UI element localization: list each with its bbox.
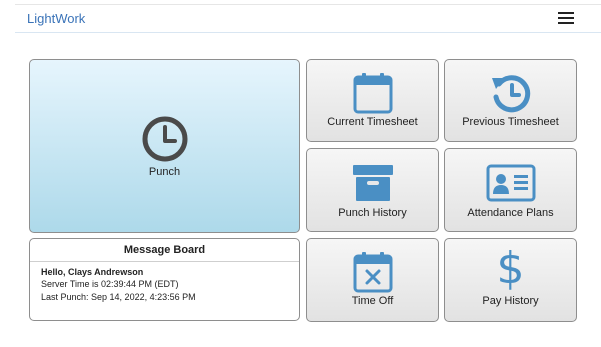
hamburger-icon [558, 12, 574, 14]
server-time-text: Server Time is 02:39:44 PM (EDT) [41, 279, 179, 289]
message-board-divider [30, 261, 299, 262]
previous-timesheet-label: Previous Timesheet [462, 116, 559, 128]
clock-icon [142, 116, 187, 162]
time-off-label: Time Off [351, 295, 394, 307]
hamburger-menu-button[interactable] [558, 12, 574, 25]
calendar-icon [353, 73, 392, 114]
previous-timesheet-tile[interactable]: Previous Timesheet [444, 59, 577, 142]
punch-history-label: Punch History [338, 207, 407, 219]
id-card-icon [486, 164, 535, 202]
greeting-text: Hello, Clays Andrewson [41, 267, 144, 277]
punch-tile[interactable]: Punch [29, 59, 300, 233]
app-title[interactable]: LightWork [27, 11, 85, 26]
message-board: Message Board Hello, Clays Andrewson Ser… [29, 238, 300, 321]
last-punch-text: Last Punch: Sep 14, 2022, 4:23:56 PM [41, 292, 196, 302]
attendance-plans-label: Attendance Plans [467, 207, 554, 219]
current-timesheet-tile[interactable]: Current Timesheet [306, 59, 439, 142]
attendance-plans-tile[interactable]: Attendance Plans [444, 148, 577, 232]
dollar-icon: $ [496, 243, 525, 294]
pay-history-tile[interactable]: $ Pay History [444, 238, 577, 322]
punch-label: Punch [148, 166, 181, 178]
calendar-x-icon [353, 252, 392, 293]
history-icon [491, 75, 530, 113]
archive-box-icon [352, 165, 393, 201]
time-off-tile[interactable]: Time Off [306, 238, 439, 322]
punch-history-tile[interactable]: Punch History [306, 148, 439, 232]
current-timesheet-label: Current Timesheet [327, 116, 418, 128]
message-board-title: Message Board [123, 244, 206, 256]
header-bar: LightWork [15, 5, 601, 33]
pay-history-label: Pay History [482, 295, 539, 307]
